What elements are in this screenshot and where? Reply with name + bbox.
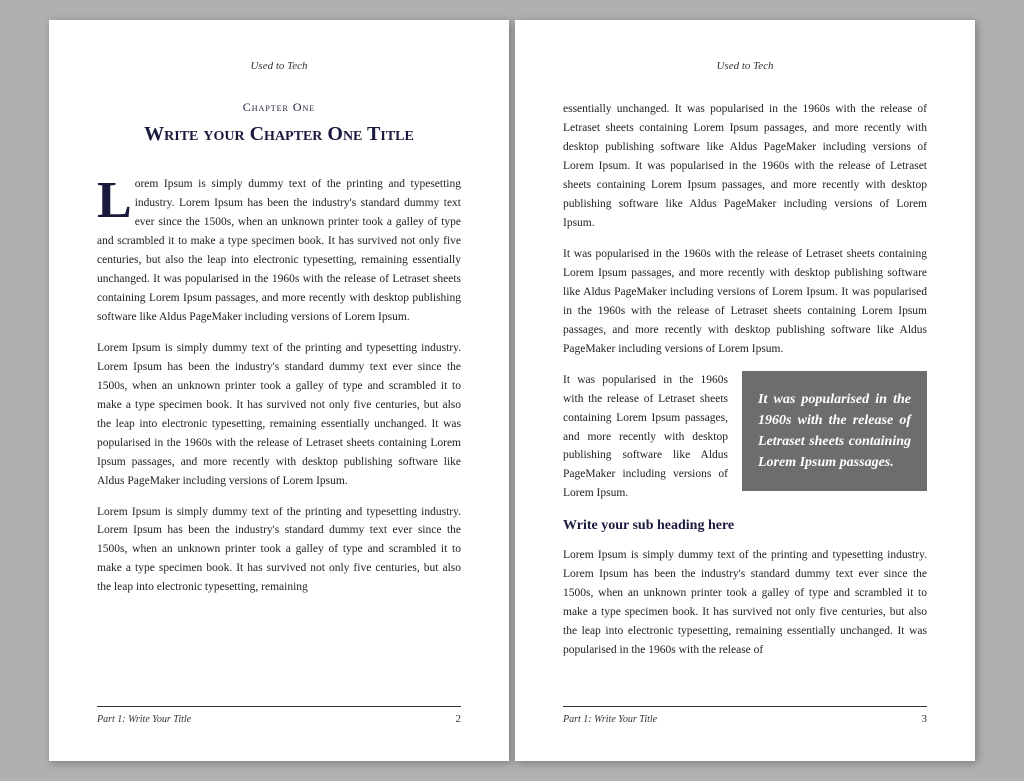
pullquote-box: It was popularised in the 1960s with the… — [742, 371, 927, 491]
chapter-title: Write your Chapter One Title — [97, 121, 461, 147]
left-footer-label: Part 1: Write Your Title — [97, 714, 191, 725]
right-footer-label: Part 1: Write Your Title — [563, 714, 657, 725]
right-page: Used to Tech essentially unchanged. It w… — [515, 20, 975, 761]
left-body-text: Lorem Ipsum is simply dummy text of the … — [97, 175, 461, 672]
right-header: Used to Tech — [563, 60, 927, 72]
right-paragraph-1: essentially unchanged. It was popularise… — [563, 100, 927, 233]
right-paragraph-4: Lorem Ipsum is simply dummy text of the … — [563, 546, 927, 660]
paragraph-2: Lorem Ipsum is simply dummy text of the … — [97, 339, 461, 491]
book-spread: Used to Tech Chapter One Write your Chap… — [29, 0, 995, 781]
right-page-number: 3 — [922, 713, 928, 725]
left-page: Used to Tech Chapter One Write your Chap… — [49, 20, 509, 761]
right-paragraph-2: It was popularised in the 1960s with the… — [563, 245, 927, 359]
paragraph-1: Lorem Ipsum is simply dummy text of the … — [97, 175, 461, 327]
drop-cap-L: L — [97, 181, 133, 222]
pullquote-section: It was popularised in the 1960s with the… — [563, 371, 927, 504]
left-header: Used to Tech — [97, 60, 461, 72]
chapter-label: Chapter One — [97, 100, 461, 115]
right-body-text: essentially unchanged. It was popularise… — [563, 100, 927, 672]
left-footer: Part 1: Write Your Title 2 — [97, 706, 461, 725]
left-page-number: 2 — [456, 713, 462, 725]
sub-heading: Write your sub heading here — [563, 515, 927, 537]
paragraph-3: Lorem Ipsum is simply dummy text of the … — [97, 503, 461, 598]
right-footer: Part 1: Write Your Title 3 — [563, 706, 927, 725]
